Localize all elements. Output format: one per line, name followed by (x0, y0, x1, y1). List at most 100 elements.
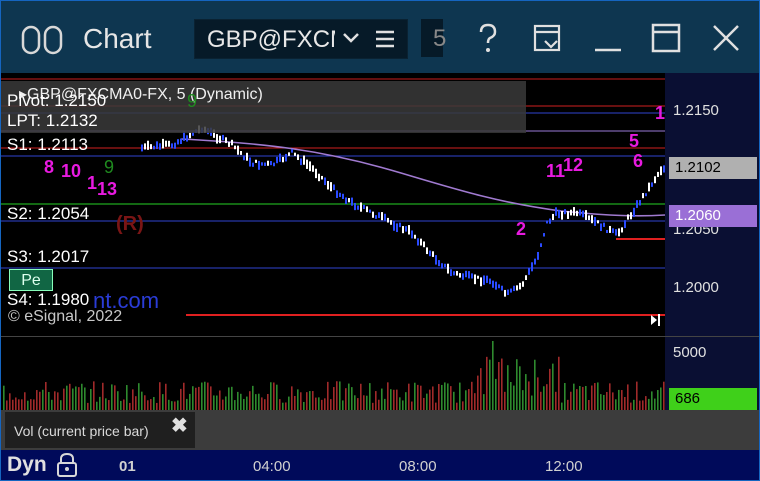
time-tick: 12:00 (545, 458, 583, 475)
price-bar (489, 278, 491, 285)
volume-bar (69, 383, 71, 411)
volume-bar (261, 397, 263, 411)
volume-bar (534, 359, 536, 411)
symbol-input[interactable]: GBP@FXCM (207, 26, 335, 54)
price-bar (534, 258, 536, 265)
list-menu-icon[interactable] (373, 28, 397, 50)
sequence-label: 1 (87, 173, 98, 193)
price-bar (465, 270, 467, 278)
volume-study-label: Vol (current price bar) (14, 423, 149, 439)
price-bar (174, 142, 176, 149)
volume-bar (309, 391, 311, 411)
lock-icon[interactable] (55, 452, 79, 478)
price-bar (321, 175, 323, 180)
price-bar (588, 215, 590, 221)
price-bar (621, 227, 623, 233)
price-bar (540, 243, 542, 248)
volume-bar (594, 383, 596, 411)
volume-bar (9, 393, 11, 411)
close-icon[interactable]: ✖ (171, 413, 188, 438)
volume-bar (84, 387, 86, 411)
lpt-label: LPT: 1.2132 (7, 111, 98, 130)
volume-bar (612, 392, 614, 411)
layout-icon[interactable] (531, 21, 565, 55)
sequence-label: 1 (655, 103, 665, 123)
price-bar (615, 229, 617, 236)
volume-bar (522, 390, 524, 411)
volume-bar (471, 381, 473, 411)
price-bar (594, 217, 596, 226)
volume-bar (132, 389, 134, 411)
volume-bar (231, 386, 233, 411)
volume-bar (300, 392, 302, 411)
minimize-icon[interactable] (591, 21, 625, 55)
last-price-flag: 1.2102 (669, 157, 757, 179)
sequence-label: 5 (629, 131, 640, 151)
time-axis[interactable]: Dyn 01 04:00 08:00 12:00 (1, 450, 759, 480)
price-bar (618, 228, 620, 237)
price-bar (576, 210, 578, 217)
interval-field[interactable]: 5 (421, 19, 446, 57)
volume-bar (438, 383, 440, 411)
price-bar (570, 209, 572, 216)
r-label: (R) (116, 213, 144, 235)
arrow-marker-icon (651, 315, 657, 325)
volume-bar (297, 389, 299, 411)
price-bar (252, 162, 254, 167)
price-bar (582, 210, 584, 218)
time-tick: 01 (119, 458, 136, 475)
volume-bar (42, 389, 44, 411)
volume-bar (441, 384, 443, 411)
volume-bar (447, 383, 449, 411)
price-bar (549, 218, 551, 224)
volume-bar (501, 358, 503, 411)
price-axis[interactable]: 1.2150 1.2102 1.2050 1.2060 1.2000 (665, 73, 759, 336)
price-bar (462, 273, 464, 280)
volume-bar (570, 391, 572, 411)
volume-bar (333, 387, 335, 411)
volume-bar (408, 383, 410, 411)
price-bar (657, 171, 659, 177)
price-bar (393, 221, 395, 231)
price-bar (468, 271, 470, 279)
symbol-field[interactable]: GBP@FXCM (194, 19, 408, 59)
close-icon[interactable] (709, 21, 743, 55)
volume-bar (636, 381, 638, 411)
volume-bar (474, 393, 476, 411)
volume-plot (3, 341, 665, 411)
chevron-down-icon[interactable] (341, 28, 361, 48)
volume-bar (483, 394, 485, 411)
sequence-label: 13 (97, 179, 118, 199)
price-bar (624, 220, 626, 229)
price-bar (636, 200, 638, 208)
playback-button[interactable]: Pe (9, 269, 53, 291)
volume-bar (426, 393, 428, 411)
ma-value-flag: 1.2060 (669, 205, 757, 227)
price-bar (426, 247, 428, 255)
price-bar (258, 160, 260, 170)
price-bar (228, 142, 230, 147)
price-bar (156, 141, 158, 150)
link-chain-icon[interactable] (21, 25, 65, 55)
volume-bar (183, 382, 185, 411)
dynamic-mode-label[interactable]: Dyn (7, 453, 47, 477)
help-icon[interactable] (471, 21, 505, 55)
maximize-icon[interactable] (649, 21, 683, 55)
volume-bar (126, 385, 128, 411)
volume-bar (573, 383, 575, 411)
volume-bars (3, 341, 665, 411)
price-bar (249, 157, 251, 167)
volume-axis[interactable]: 5000 686 (665, 336, 759, 411)
price-bar (492, 280, 494, 288)
price-pane[interactable]: ▸GBP@FXCMA0-FX, 5 (Dynamic) Pivot: 1.215… (1, 73, 665, 336)
volume-pane[interactable] (1, 336, 665, 411)
price-bar (282, 156, 284, 163)
price-bar (633, 207, 635, 218)
price-bar (552, 213, 554, 221)
volume-bar (273, 382, 275, 411)
volume-bar (486, 356, 488, 411)
volume-bar (528, 381, 530, 411)
price-bar (558, 209, 560, 219)
price-bar (309, 161, 311, 172)
volume-study-tab[interactable]: Vol (current price bar) ✖ (5, 412, 195, 448)
